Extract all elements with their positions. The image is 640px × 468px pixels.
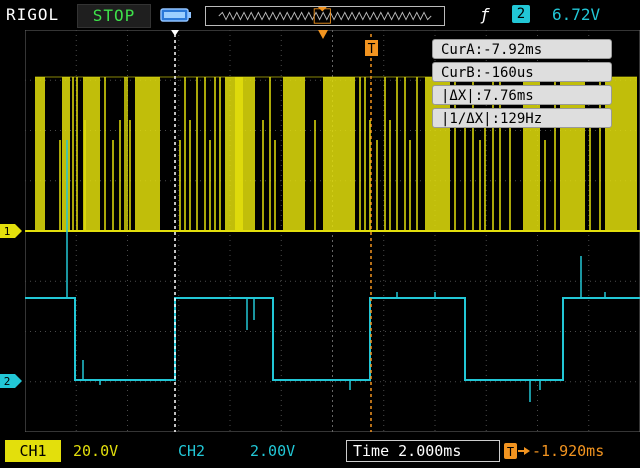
ch2-marker-label: 2 xyxy=(4,375,11,388)
trigger-offset-icon: T xyxy=(504,443,530,459)
inverse-delta-x-readout: |1/ΔX|:129Hz xyxy=(432,108,612,128)
edge-trigger-icon: ƒ xyxy=(480,5,490,24)
svg-text:T: T xyxy=(507,445,514,459)
trigger-offset-value: -1.920ms xyxy=(532,442,605,460)
battery-icon xyxy=(160,8,191,22)
timebase-status[interactable]: Time 2.000ms xyxy=(346,440,500,462)
trigger-panel[interactable]: ƒ 2 6.72V xyxy=(468,4,640,26)
trigger-level: 6.72V xyxy=(552,5,601,24)
ch1-marker-label: 1 xyxy=(4,225,11,238)
oscilloscope-screen: RIGOL STOP ƒ 2 6.72V T CurA:-7.92ms CurB… xyxy=(0,0,640,468)
delta-x-readout: |ΔX|:7.76ms xyxy=(432,85,612,105)
ch1-scale: 20.0V xyxy=(73,442,119,460)
bottom-status-bar: CH1 20.0V CH2 2.00V Time 2.000ms T -1.92… xyxy=(0,436,640,468)
top-status-bar: RIGOL STOP ƒ 2 6.72V xyxy=(0,0,640,30)
cursor-readout: CurA:-7.92ms CurB:-160us |ΔX|:7.76ms |1/… xyxy=(432,39,612,131)
trigger-marker-label: T xyxy=(368,42,376,57)
cursor-a-readout: CurA:-7.92ms xyxy=(432,39,612,59)
ch1-label: CH1 xyxy=(5,440,61,462)
run-stop-status[interactable]: STOP xyxy=(77,4,151,28)
ch2-label: CH2 xyxy=(178,442,206,460)
ch2-scale: 2.00V xyxy=(250,442,296,460)
ch1-ground-marker[interactable]: 1 xyxy=(0,224,22,238)
cursor-b-readout: CurB:-160us xyxy=(432,62,612,82)
trigger-source-badge: 2 xyxy=(512,5,530,23)
memory-overview-strip[interactable] xyxy=(205,6,445,26)
brand-logo: RIGOL xyxy=(6,5,60,24)
ch2-ground-marker[interactable]: 2 xyxy=(0,374,22,388)
